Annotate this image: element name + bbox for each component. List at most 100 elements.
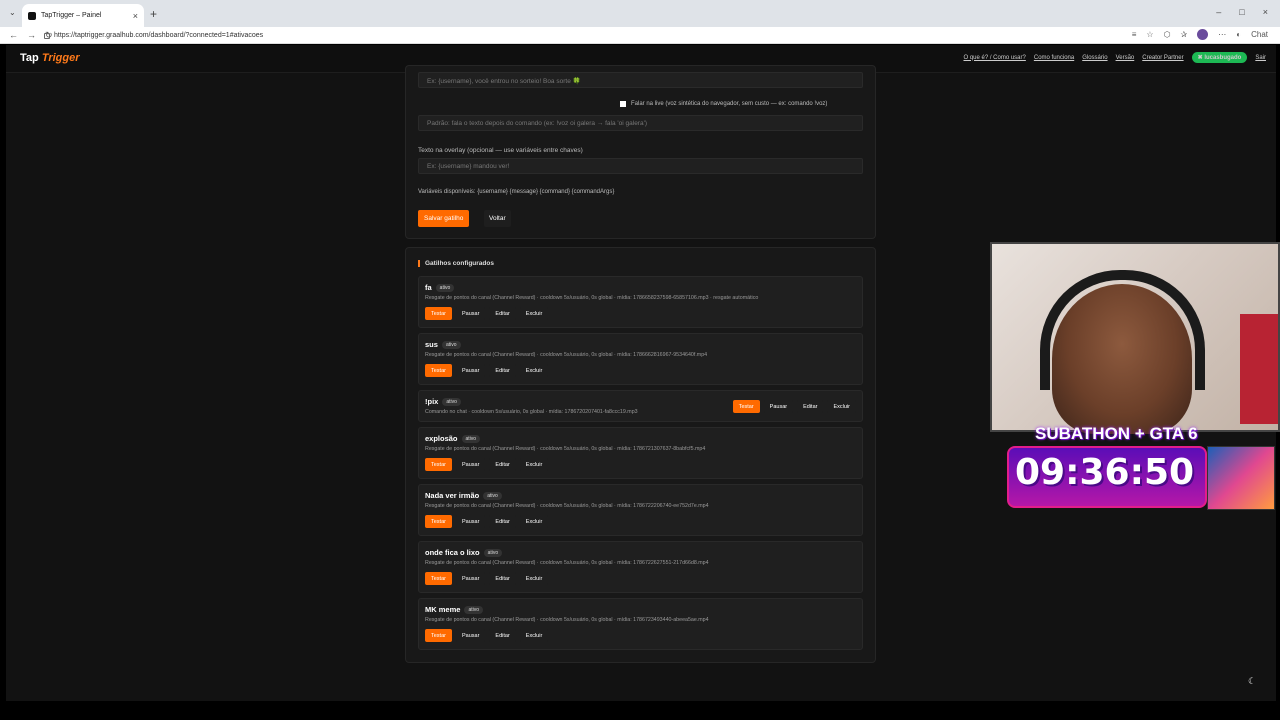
user-badge[interactable]: ✖ lucasbugado xyxy=(1191,52,1248,63)
trigger-description: Resgate de pontos do canal (Channel Rewa… xyxy=(425,560,709,566)
trigger-description: Resgate de pontos do canal (Channel Rewa… xyxy=(425,352,708,358)
edit-button[interactable]: Editar xyxy=(489,458,516,471)
back-button[interactable]: Voltar xyxy=(484,210,511,227)
new-tab-icon[interactable]: + xyxy=(150,7,157,21)
speak-on-live-checkbox[interactable]: Falar na live (voz sintética do navegado… xyxy=(620,101,827,107)
test-button[interactable]: Testar xyxy=(425,515,452,528)
edit-button[interactable]: Editar xyxy=(489,515,516,528)
trigger-name: explosão xyxy=(425,434,458,443)
pause-button[interactable]: Pausar xyxy=(455,458,486,471)
more-menu-icon[interactable]: ⋯ xyxy=(1218,30,1226,39)
tab-search-icon[interactable]: ⌄ xyxy=(9,8,16,17)
edit-button[interactable]: Editar xyxy=(797,400,824,413)
delete-button[interactable]: Excluir xyxy=(519,307,549,320)
nav-link-version[interactable]: Versão xyxy=(1116,55,1135,61)
test-button[interactable]: Testar xyxy=(425,307,452,320)
speak-label: Falar na live (voz sintética do navegado… xyxy=(631,101,828,107)
delete-button[interactable]: Excluir xyxy=(519,515,549,528)
section-title: Gatilhos configurados xyxy=(418,260,494,267)
nav-link-about[interactable]: O que é? / Como usar? xyxy=(963,55,1025,61)
maximize-icon[interactable]: □ xyxy=(1239,7,1244,17)
close-tab-icon[interactable]: × xyxy=(133,11,138,21)
trigger-name: fa xyxy=(425,283,432,292)
trigger-name: sus xyxy=(425,340,438,349)
extensions-icon[interactable]: ⬡ xyxy=(1164,30,1171,39)
logout-link[interactable]: Sair xyxy=(1255,55,1266,61)
trigger-card: explosão ativo Resgate de pontos do canal… xyxy=(418,427,863,479)
trigger-card: fa ativo Resgate de pontos do canal (Chan… xyxy=(418,276,863,328)
address-bar[interactable]: https://taptrigger.graalhub.com/dashboar… xyxy=(44,29,263,42)
pause-button[interactable]: Pausar xyxy=(455,364,486,377)
test-button[interactable]: Testar xyxy=(425,458,452,471)
edit-button[interactable]: Editar xyxy=(489,364,516,377)
logo-tap: Tap xyxy=(20,52,39,64)
pause-button[interactable]: Pausar xyxy=(455,307,486,320)
logo[interactable]: Tap Trigger xyxy=(20,52,80,64)
nav-link-creator-partner[interactable]: Creator Partner xyxy=(1142,55,1183,61)
delete-button[interactable]: Excluir xyxy=(519,364,549,377)
edit-button[interactable]: Editar xyxy=(489,629,516,642)
trigger-name: !pix xyxy=(425,397,439,406)
checkbox-box[interactable] xyxy=(620,101,626,107)
test-button[interactable]: Testar xyxy=(732,400,760,413)
trigger-description: Resgate de pontos do canal (Channel Rewa… xyxy=(425,295,759,301)
subathon-overlay: SUBATHON + GTA 6 09:36:50 xyxy=(1007,424,1277,510)
bookmark-star-icon[interactable]: ☆ xyxy=(1146,30,1153,39)
trigger-name: onde fica o lixo xyxy=(425,548,480,557)
trigger-card: sus ativo Resgate de pontos do canal (Cha… xyxy=(418,333,863,385)
browser-tab[interactable]: TapTrigger – Painel × xyxy=(22,4,144,27)
message-field[interactable]: Ex: {username}, você entrou no sorteio! … xyxy=(418,72,863,88)
webcam-overlay xyxy=(990,242,1280,434)
overlay-label: Texto na overlay (opcional — use variáve… xyxy=(418,147,583,154)
subathon-timer: 09:36:50 xyxy=(1015,452,1195,493)
reader-icon[interactable]: ≡ xyxy=(1132,30,1137,39)
back-icon[interactable]: ← xyxy=(9,30,18,41)
user-name: lucasbugado xyxy=(1204,55,1242,61)
pause-button[interactable]: Pausar xyxy=(763,400,794,413)
favorites-icon[interactable]: ✰ xyxy=(1181,30,1188,39)
trigger-card: Nada ver irmão ativo Resgate de pontos do… xyxy=(418,484,863,536)
save-trigger-button[interactable]: Salvar gatilho xyxy=(418,210,470,227)
nav-link-how-it-works[interactable]: Como funciona xyxy=(1034,55,1074,61)
copilot-icon[interactable]: ◐ xyxy=(1236,30,1241,39)
delete-button[interactable]: Excluir xyxy=(827,400,856,413)
overlay-text-field[interactable]: Ex: {username} mandou ver! xyxy=(418,158,863,174)
pause-button[interactable]: Pausar xyxy=(455,629,486,642)
status-badge: ativo xyxy=(442,397,461,406)
status-badge: ativo xyxy=(441,340,461,349)
edit-button[interactable]: Editar xyxy=(489,307,516,320)
trigger-card: onde fica o lixo ativo Resgate de pontos … xyxy=(418,541,863,593)
trigger-description: Resgate de pontos do canal (Channel Rewa… xyxy=(425,446,706,452)
pause-button[interactable]: Pausar xyxy=(455,515,486,528)
background-shelf xyxy=(1240,314,1278,424)
test-button[interactable]: Testar xyxy=(425,364,452,377)
nav-link-glossary[interactable]: Glossário xyxy=(1082,55,1107,61)
close-window-icon[interactable]: × xyxy=(1263,7,1268,17)
url-text: https://taptrigger.graalhub.com/dashboar… xyxy=(54,32,264,39)
forward-icon[interactable]: → xyxy=(27,30,36,41)
main-nav: O que é? / Como usar? Como funciona Glos… xyxy=(963,52,1266,63)
chat-label[interactable]: Chat xyxy=(1251,30,1268,39)
delete-button[interactable]: Excluir xyxy=(519,629,549,642)
theme-toggle-icon[interactable]: ☾ xyxy=(1248,676,1256,687)
test-button[interactable]: Testar xyxy=(425,572,452,585)
status-badge: ativo xyxy=(461,434,481,443)
game-covers-image xyxy=(1207,446,1275,510)
speak-text-field[interactable]: Padrão: fala o texto depois do comando (… xyxy=(418,115,863,131)
delete-button[interactable]: Excluir xyxy=(519,572,549,585)
minimize-icon[interactable]: – xyxy=(1216,7,1221,17)
delete-button[interactable]: Excluir xyxy=(519,458,549,471)
tab-title: TapTrigger – Painel xyxy=(41,12,102,19)
address-bar-row: ← → ↻ https://taptrigger.graalhub.com/da… xyxy=(0,27,1280,44)
test-button[interactable]: Testar xyxy=(425,629,452,642)
site-info-icon[interactable] xyxy=(44,32,50,39)
pause-button[interactable]: Pausar xyxy=(455,572,486,585)
status-badge: ativo xyxy=(464,605,483,614)
status-badge: ativo xyxy=(435,283,455,292)
trigger-card: MK meme ativo Resgate de pontos do canal … xyxy=(418,598,863,650)
profile-avatar[interactable] xyxy=(1197,29,1209,40)
variables-hint: Variáveis disponíveis: {username} {messa… xyxy=(418,189,615,195)
edit-button[interactable]: Editar xyxy=(489,572,516,585)
configured-triggers-panel: Gatilhos configurados fa ativo Resgate de… xyxy=(405,247,876,663)
trigger-name: Nada ver irmão xyxy=(425,491,480,500)
